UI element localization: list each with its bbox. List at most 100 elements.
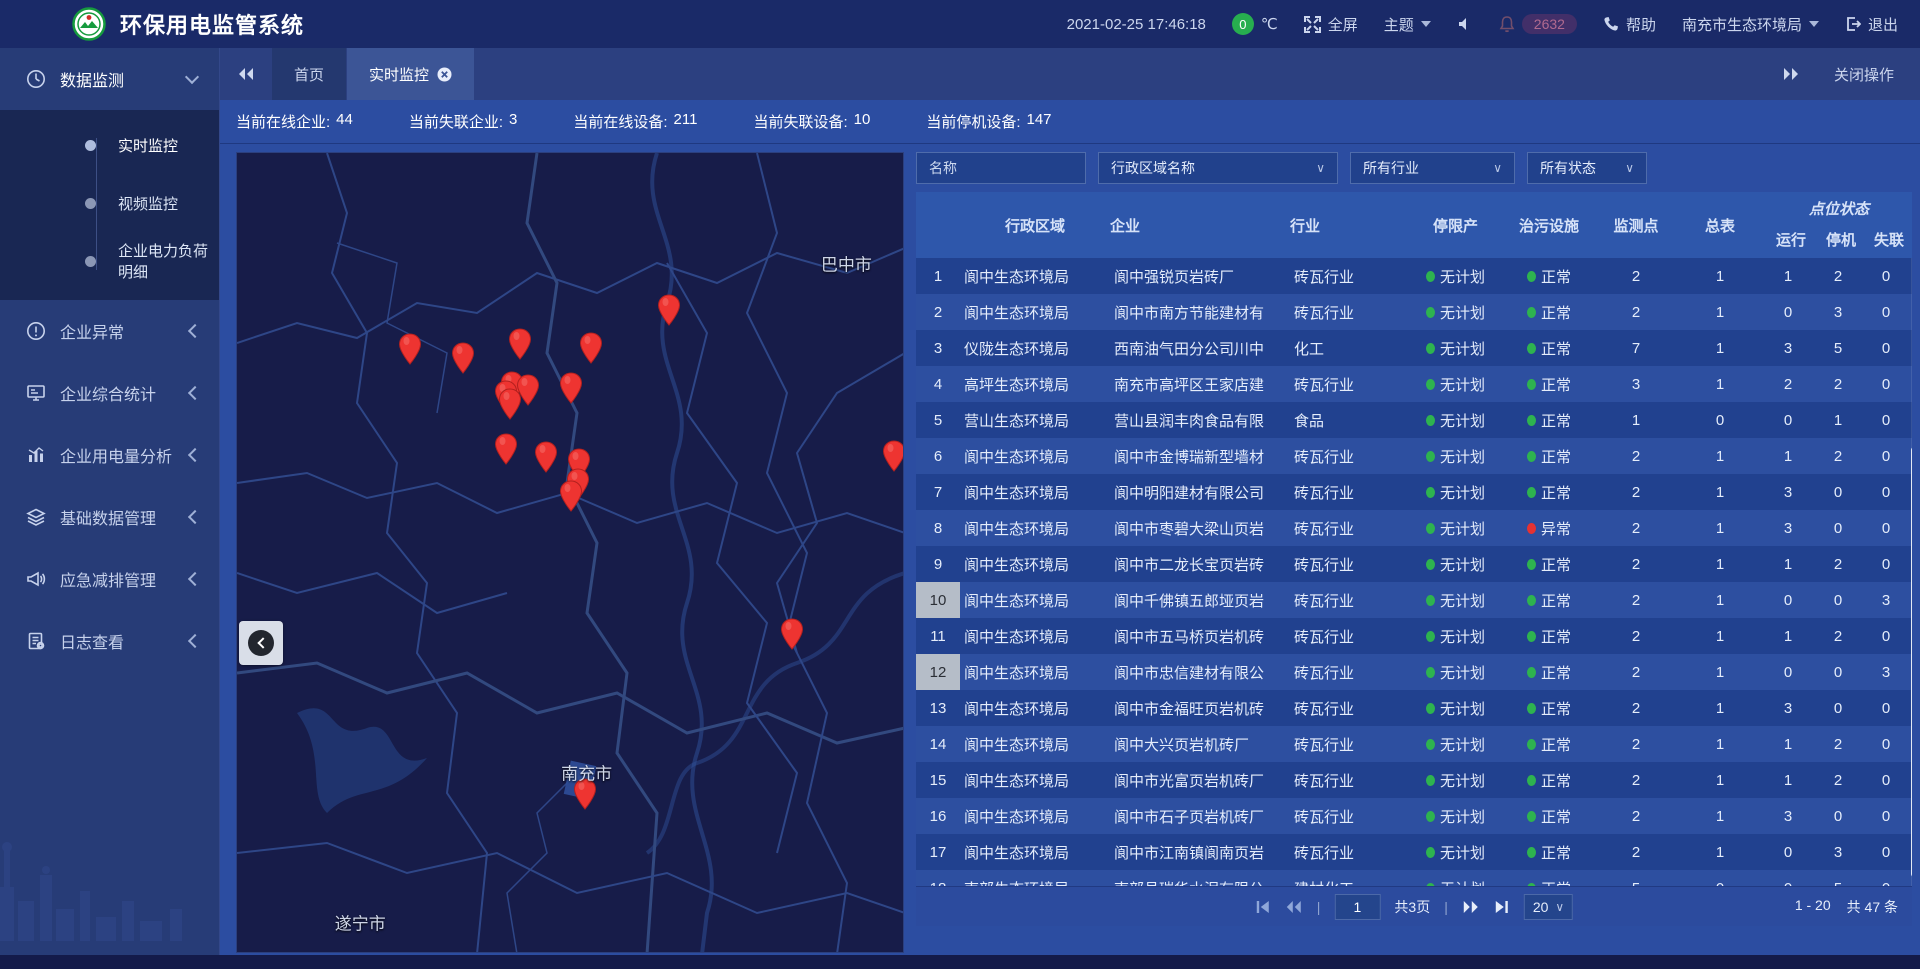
table-row[interactable]: 17阆中生态环境局阆中市江南镇阆南页岩砖瓦行业无计划正常21030 (916, 834, 1912, 870)
row-number-cell: 11 (916, 628, 960, 645)
next-page-button[interactable] (1462, 900, 1480, 914)
table-row[interactable]: 13阆中生态环境局阆中市金福旺页岩机砖砖瓦行业无计划正常21300 (916, 690, 1912, 726)
table-row[interactable]: 4高坪生态环境局南充市高坪区王家店建砖瓦行业无计划正常31220 (916, 366, 1912, 402)
offline-count-cell: 3 (1863, 592, 1909, 609)
table-row[interactable]: 5营山生态环境局营山县润丰肉食品有限食品无计划正常10010 (916, 402, 1912, 438)
map-panel[interactable]: 巴中市南充市遂宁市 (236, 152, 904, 953)
sidebar-subitem-video-monitoring[interactable]: 视频监控 (0, 174, 219, 232)
monitor-count-cell: 2 (1595, 700, 1677, 717)
tab-realtime-monitoring[interactable]: 实时监控 (347, 48, 475, 100)
map-pin[interactable] (508, 328, 532, 360)
treatment-label: 正常 (1541, 590, 1571, 611)
map-collapse-handle[interactable] (239, 621, 283, 665)
industry-cell: 砖瓦行业 (1290, 698, 1408, 719)
sidebar-item-enterprise-abnormal[interactable]: 企业异常 (0, 300, 219, 362)
offline-count-cell: 0 (1863, 772, 1909, 789)
row-number-cell: 17 (916, 844, 960, 861)
fullscreen-button[interactable]: 全屏 (1304, 14, 1358, 35)
name-filter-input[interactable] (916, 152, 1086, 184)
map-pin[interactable] (657, 294, 681, 326)
sidebar-item-base-data[interactable]: 基础数据管理 (0, 486, 219, 548)
map-pin[interactable] (494, 433, 518, 465)
table-row[interactable]: 2阆中生态环境局阆中市南方节能建材有砖瓦行业无计划正常21030 (916, 294, 1912, 330)
map-pin[interactable] (579, 332, 603, 364)
page-number-input[interactable] (1334, 894, 1380, 920)
close-operations-button[interactable]: 关闭操作 (1834, 64, 1894, 85)
map-pin[interactable] (559, 372, 583, 404)
region-cell: 阆中生态环境局 (960, 554, 1110, 575)
region-filter-select[interactable]: 行政区域名称∨ (1098, 152, 1338, 184)
halt-count-cell: 2 (1813, 376, 1863, 393)
table-row[interactable]: 10阆中生态环境局阆中千佛镇五郎垭页岩砖瓦行业无计划正常21003 (916, 582, 1912, 618)
table-row[interactable]: 12阆中生态环境局阆中市忠信建材有限公砖瓦行业无计划正常21003 (916, 654, 1912, 690)
last-page-button[interactable] (1494, 900, 1510, 914)
meter-count-cell: 1 (1677, 448, 1763, 465)
tabs-scroll-right-icon[interactable] (1782, 67, 1800, 81)
table-row[interactable]: 6阆中生态环境局阆中市金博瑞新型墙材砖瓦行业无计划正常21120 (916, 438, 1912, 474)
first-page-button[interactable] (1255, 900, 1271, 914)
user-org-menu[interactable]: 南充市生态环境局 (1682, 14, 1819, 35)
stop-limit-cell: 无计划 (1408, 698, 1503, 719)
tab-home[interactable]: 首页 (272, 48, 347, 100)
industry-cell: 砖瓦行业 (1290, 770, 1408, 791)
table-row[interactable]: 11阆中生态环境局阆中市五马桥页岩机砖砖瓦行业无计划正常21120 (916, 618, 1912, 654)
prev-page-button[interactable] (1285, 900, 1303, 914)
sidebar-subitem-realtime-monitoring[interactable]: 实时监控 (0, 116, 219, 174)
map-city-label: 巴中市 (821, 251, 872, 276)
company-cell: 阆中市五马桥页岩机砖 (1110, 626, 1290, 647)
main-area: 首页 实时监控 关闭操作 当前在线企业:44当前失联企业:3当前在线设备:211… (220, 48, 1920, 969)
monitor-count-cell: 2 (1595, 628, 1677, 645)
sound-toggle[interactable] (1457, 16, 1473, 32)
page-size-select[interactable]: 20∨ (1524, 894, 1573, 920)
stop-limit-label: 无计划 (1440, 554, 1485, 575)
sidebar-item-power-analysis[interactable]: 企业用电量分析 (0, 424, 219, 486)
meter-count-cell: 1 (1677, 520, 1763, 537)
help-button[interactable]: 帮助 (1603, 14, 1656, 35)
map-pin[interactable] (534, 441, 558, 473)
table-row[interactable]: 15阆中生态环境局阆中市光富页岩机砖厂砖瓦行业无计划正常21120 (916, 762, 1912, 798)
status-dot-icon (1426, 451, 1435, 462)
industry-filter-select[interactable]: 所有行业∨ (1350, 152, 1515, 184)
table-row[interactable]: 9阆中生态环境局阆中市二龙长宝页岩砖砖瓦行业无计划正常21120 (916, 546, 1912, 582)
monitor-count-cell: 2 (1595, 736, 1677, 753)
logout-icon (1845, 16, 1861, 32)
treatment-cell: 正常 (1503, 626, 1595, 647)
stop-limit-cell: 无计划 (1408, 266, 1503, 287)
region-cell: 阆中生态环境局 (960, 302, 1110, 323)
map-pin[interactable] (398, 333, 422, 365)
doc-icon (26, 631, 46, 651)
table-row[interactable]: 16阆中生态环境局阆中市石子页岩机砖厂砖瓦行业无计划正常21300 (916, 798, 1912, 834)
table-row[interactable]: 14阆中生态环境局阆中大兴页岩机砖厂砖瓦行业无计划正常21120 (916, 726, 1912, 762)
map-pin[interactable] (451, 342, 475, 374)
theme-menu[interactable]: 主题 (1384, 14, 1431, 35)
table-row[interactable]: 1阆中生态环境局阆中强锐页岩砖厂砖瓦行业无计划正常21120 (916, 258, 1912, 294)
range-label: 1 - 20 (1795, 897, 1831, 917)
sidebar-subitem-label: 企业电力负荷明细 (118, 240, 219, 282)
stop-limit-label: 无计划 (1440, 806, 1485, 827)
sidebar-item-emergency-reduction[interactable]: 应急减排管理 (0, 548, 219, 610)
status-dot-icon (1426, 487, 1435, 498)
tabs-scroll-left-button[interactable] (220, 48, 272, 100)
sidebar-subitem-power-load-detail[interactable]: 企业电力负荷明细 (0, 232, 219, 290)
stat-value: 211 (674, 111, 698, 132)
chevron-down-icon: ∨ (1493, 161, 1502, 175)
close-tab-icon[interactable] (437, 67, 452, 82)
table-scrollbar-thumb[interactable] (1911, 447, 1912, 877)
status-filter-select[interactable]: 所有状态∨ (1527, 152, 1647, 184)
region-cell: 高坪生态环境局 (960, 374, 1110, 395)
table-scrollbar[interactable] (1911, 258, 1912, 888)
sidebar-item-log-view[interactable]: 日志查看 (0, 610, 219, 672)
sidebar-item-enterprise-statistics[interactable]: 企业综合统计 (0, 362, 219, 424)
table-row[interactable]: 7阆中生态环境局阆中明阳建材有限公司砖瓦行业无计划正常21300 (916, 474, 1912, 510)
map-pin[interactable] (559, 480, 583, 512)
map-pin[interactable] (498, 388, 522, 420)
logout-button[interactable]: 退出 (1845, 14, 1898, 35)
notifications[interactable]: 2632 (1499, 14, 1577, 34)
meter-count-cell: 1 (1677, 556, 1763, 573)
stop-limit-label: 无计划 (1440, 662, 1485, 683)
map-pin[interactable] (882, 440, 904, 472)
table-row[interactable]: 8阆中生态环境局阆中市枣碧大梁山页岩砖瓦行业无计划异常21300 (916, 510, 1912, 546)
map-pin[interactable] (780, 618, 804, 650)
sidebar-item-data-monitoring[interactable]: 数据监测 (0, 48, 219, 110)
table-row[interactable]: 3仪陇生态环境局西南油气田分公司川中化工无计划正常71350 (916, 330, 1912, 366)
